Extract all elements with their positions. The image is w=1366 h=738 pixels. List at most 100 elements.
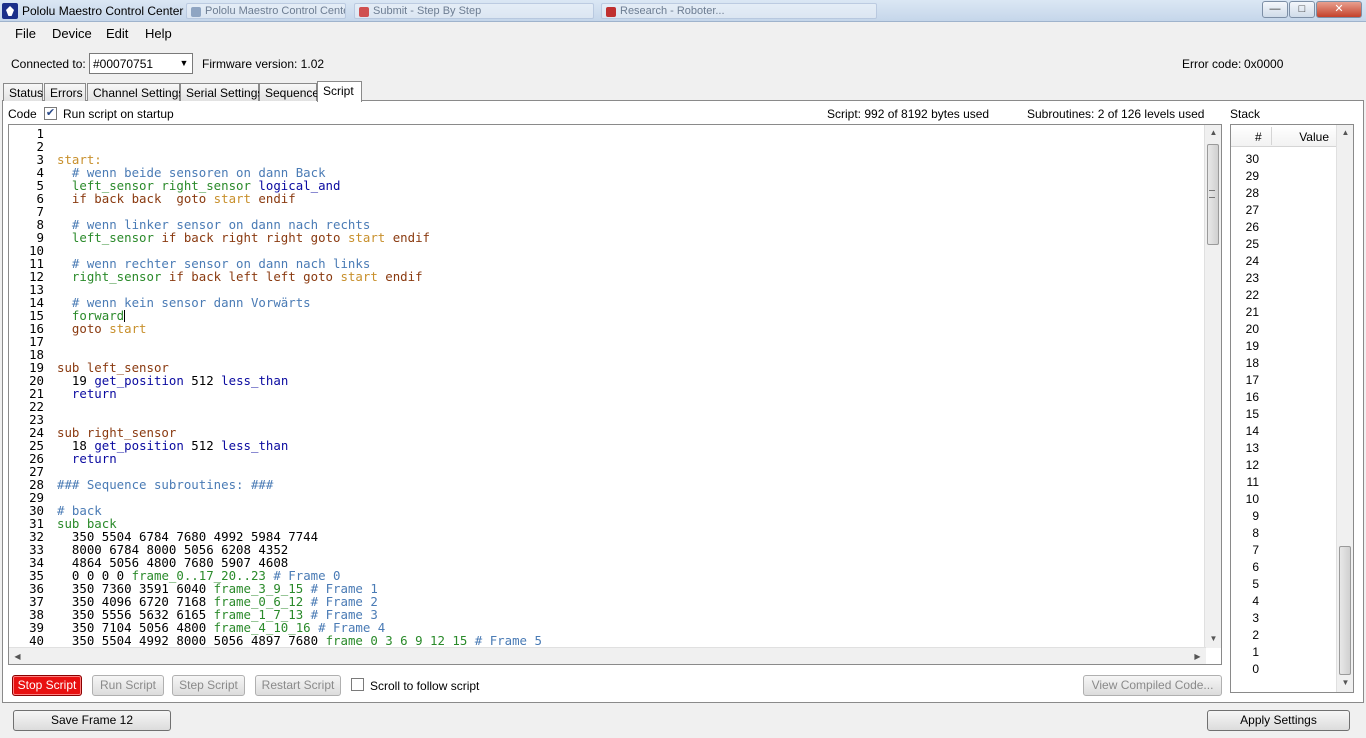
stack-row: 21 <box>1245 305 1259 319</box>
editor-horizontal-scrollbar[interactable]: ◀ ▶ <box>9 647 1206 664</box>
editor-scroll-thumb[interactable] <box>1207 144 1219 245</box>
view-compiled-code-button[interactable]: View Compiled Code... <box>1083 675 1222 696</box>
code-token: goto <box>57 321 110 336</box>
code-text[interactable]: left_sensor if back right right goto sta… <box>57 231 430 244</box>
code-token: less_than <box>221 373 289 388</box>
scroll-down-icon[interactable]: ▼ <box>1205 634 1221 643</box>
code-text[interactable]: ### Sequence subroutines: ### <box>57 478 273 491</box>
line-number: 40 <box>29 633 44 648</box>
code-token: start <box>340 269 378 284</box>
stack-table[interactable]: # Value 30 29 28 27 26 25 24 23 22 21 20 19 18 17 16 15… <box>1230 124 1354 693</box>
save-frame-button[interactable]: Save Frame 12 <box>13 710 171 731</box>
tab-sequence[interactable]: Sequence <box>259 83 319 101</box>
grip-icon <box>1209 190 1215 198</box>
scroll-left-icon[interactable]: ◀ <box>9 652 26 661</box>
close-button[interactable]: ✕ <box>1316 1 1362 18</box>
window-title: Pololu Maestro Control Center <box>22 4 184 18</box>
stack-row: 1 <box>1252 645 1259 659</box>
code-token: if back left left goto <box>168 269 341 284</box>
editor-vertical-scrollbar[interactable]: ▲ ▼ <box>1204 125 1221 648</box>
stack-row: 4 <box>1252 594 1259 608</box>
code-token: start <box>109 321 147 336</box>
code-token: start <box>347 230 386 245</box>
stack-row: 17 <box>1245 373 1259 387</box>
stack-row: 26 <box>1245 220 1259 234</box>
background-window-tab-2[interactable]: Submit - Step By Step <box>354 3 594 19</box>
step-script-button[interactable]: Step Script <box>172 675 245 696</box>
stack-row: 25 <box>1245 237 1259 251</box>
code-token: ### Sequence subroutines: ### <box>57 477 274 492</box>
stack-header: # Value <box>1231 125 1337 147</box>
tab-script[interactable]: Script <box>317 81 362 102</box>
stack-col-number[interactable]: # <box>1255 130 1262 144</box>
code-text[interactable]: goto start <box>57 322 147 335</box>
error-code-label: Error code: <box>1182 57 1242 71</box>
stack-row: 13 <box>1245 441 1259 455</box>
code-token: 512 <box>183 373 222 388</box>
stack-col-value[interactable]: Value <box>1281 130 1329 144</box>
code-token: if back back goto <box>57 191 214 206</box>
subroutine-levels-used: Subroutines: 2 of 126 levels used <box>1027 107 1205 121</box>
stack-row: 22 <box>1245 288 1259 302</box>
column-divider <box>1271 127 1272 145</box>
code-token: # Frame 5 <box>467 633 542 648</box>
minimize-button[interactable]: — <box>1262 1 1288 18</box>
stack-row: 28 <box>1245 186 1259 200</box>
code-token: less_than <box>221 438 289 453</box>
code-text[interactable]: right_sensor if back left left goto star… <box>57 270 423 283</box>
stack-row: 6 <box>1252 560 1259 574</box>
chevron-down-icon[interactable]: ▼ <box>176 54 192 73</box>
stack-row: 19 <box>1245 339 1259 353</box>
code-token: 350 5504 4992 8000 5056 4897 7680 <box>57 633 326 648</box>
stack-row: 18 <box>1245 356 1259 370</box>
code-token: endif <box>377 269 423 284</box>
tab-serial-settings[interactable]: Serial Settings <box>180 83 263 101</box>
title-bar: Pololu Maestro Control Center Pololu Mae… <box>0 0 1366 22</box>
scroll-up-icon[interactable]: ▲ <box>1205 128 1221 137</box>
background-window-tab-3[interactable]: Research - Roboter... <box>601 3 877 19</box>
run-on-startup-label: Run script on startup <box>63 107 174 121</box>
restart-script-button[interactable]: Restart Script <box>255 675 341 696</box>
stop-script-button[interactable]: Stop Script <box>12 675 82 696</box>
scroll-follow-label: Scroll to follow script <box>370 679 480 693</box>
menu-edit[interactable]: Edit <box>106 26 128 41</box>
tab-status[interactable]: Status <box>3 83 43 101</box>
code-text[interactable]: 350 5504 4992 8000 5056 4897 7680 frame_… <box>57 634 542 647</box>
menu-bar: File Device Edit Help <box>0 22 1366 44</box>
menu-file[interactable]: File <box>15 26 36 41</box>
scroll-follow-checkbox[interactable] <box>351 678 364 691</box>
checkmark-icon: ✔ <box>45 107 56 119</box>
tab-channel-settings[interactable]: Channel Settings <box>87 83 184 101</box>
background-window-tab-1[interactable]: Pololu Maestro Control Center (Windows) … <box>186 3 346 19</box>
pololu-app-icon <box>2 3 18 19</box>
stack-row: 16 <box>1245 390 1259 404</box>
stack-row: 0 <box>1252 662 1259 676</box>
menu-device[interactable]: Device <box>52 26 92 41</box>
stack-row: 5 <box>1252 577 1259 591</box>
stack-row: 23 <box>1245 271 1259 285</box>
device-select[interactable]: #00070751 ▼ <box>89 53 193 74</box>
stack-vertical-scrollbar[interactable]: ▲ ▼ <box>1336 125 1353 692</box>
firmware-version: Firmware version: 1.02 <box>202 57 325 71</box>
scroll-down-icon[interactable]: ▼ <box>1337 678 1353 687</box>
stack-row: 2 <box>1252 628 1259 642</box>
code-token: if back right right goto <box>161 230 348 245</box>
scroll-up-icon[interactable]: ▲ <box>1337 128 1353 137</box>
script-editor[interactable]: 1 2 3 start: 4 # wenn beide sensoren on dann… <box>8 124 1222 665</box>
code-token: return <box>57 451 117 466</box>
scroll-right-icon[interactable]: ▶ <box>1189 652 1206 661</box>
code-text[interactable]: return <box>57 387 117 400</box>
code-token: endif <box>250 191 296 206</box>
code-token: right_sensor <box>57 269 169 284</box>
code-text[interactable]: if back back goto start endif <box>57 192 296 205</box>
run-script-button[interactable]: Run Script <box>92 675 164 696</box>
tab-errors[interactable]: Errors <box>44 83 86 101</box>
code-text[interactable]: return <box>57 452 117 465</box>
stack-scroll-thumb[interactable] <box>1339 546 1351 675</box>
run-on-startup-checkbox[interactable]: ✔ <box>44 107 57 120</box>
menu-help[interactable]: Help <box>145 26 172 41</box>
code-label: Code <box>8 107 37 121</box>
maximize-button[interactable]: □ <box>1289 1 1315 18</box>
apply-settings-button[interactable]: Apply Settings <box>1207 710 1350 731</box>
error-code-value: 0x0000 <box>1244 57 1284 71</box>
